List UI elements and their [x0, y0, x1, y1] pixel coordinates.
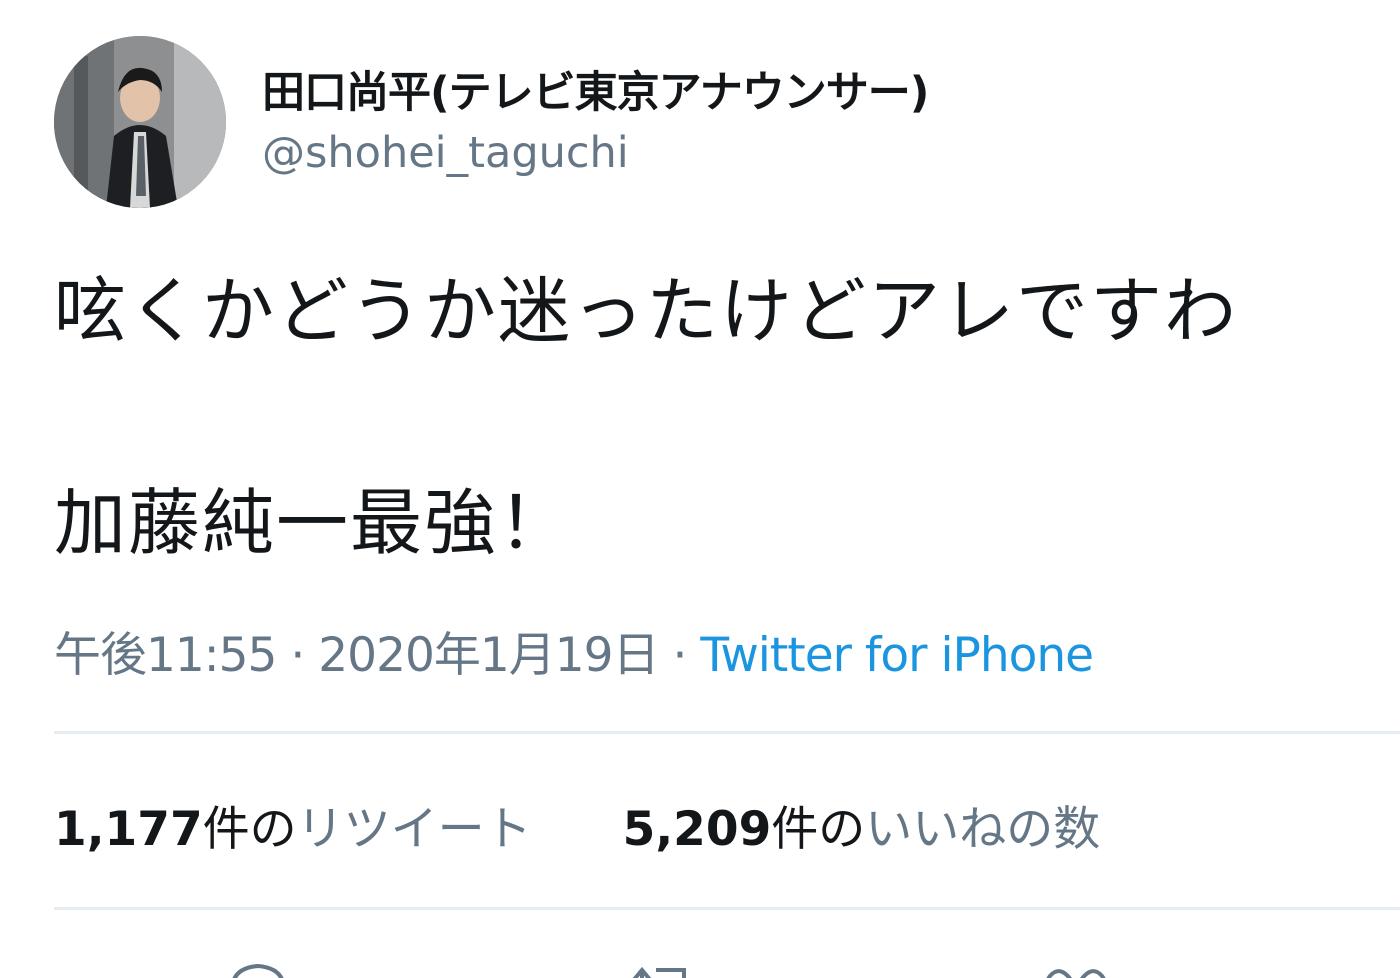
tweet-source-link[interactable]: Twitter for iPhone — [700, 628, 1094, 683]
like-stat[interactable]: 5,209件のいいねの数 — [623, 790, 1101, 859]
retweet-stat[interactable]: 1,177件のリツイート — [54, 790, 532, 859]
like-icon[interactable] — [1040, 958, 1112, 978]
tweet-timestamp[interactable]: 午後11:55 · 2020年1月19日 — [54, 628, 660, 683]
retweet-count: 1,177 — [54, 802, 203, 857]
meta-separator: · — [658, 628, 701, 683]
retweet-label: リツイート — [296, 802, 532, 857]
divider — [54, 731, 1400, 734]
retweet-unit: 件の — [202, 802, 297, 857]
like-unit: 件の — [771, 802, 866, 857]
divider — [54, 907, 1400, 910]
tweet-actions — [0, 950, 1400, 978]
tweet-text-line-1: 呟くかどうか迷ったけどアレですわ — [54, 269, 1239, 353]
tweet-text-line-2: 加藤純一最強！ — [54, 481, 573, 565]
author-handle[interactable]: @shohei_taguchi — [262, 128, 629, 178]
tweet-meta: 午後11:55 · 2020年1月19日 · Twitter for iPhon… — [54, 616, 1094, 685]
tweet-detail: 田口尚平(テレビ東京アナウンサー) @shohei_taguchi 呟くかどうか… — [0, 0, 1400, 978]
like-count: 5,209 — [622, 802, 772, 857]
profile-photo-icon — [54, 36, 226, 208]
retweet-icon[interactable] — [628, 958, 696, 978]
author-display-name[interactable]: 田口尚平(テレビ東京アナウンサー) — [262, 58, 929, 120]
reply-icon[interactable] — [226, 958, 290, 978]
like-label: いいねの数 — [865, 802, 1101, 857]
tweet-stats: 1,177件のリツイート 5,209件のいいねの数 — [54, 790, 1176, 859]
author-avatar[interactable] — [54, 36, 226, 208]
